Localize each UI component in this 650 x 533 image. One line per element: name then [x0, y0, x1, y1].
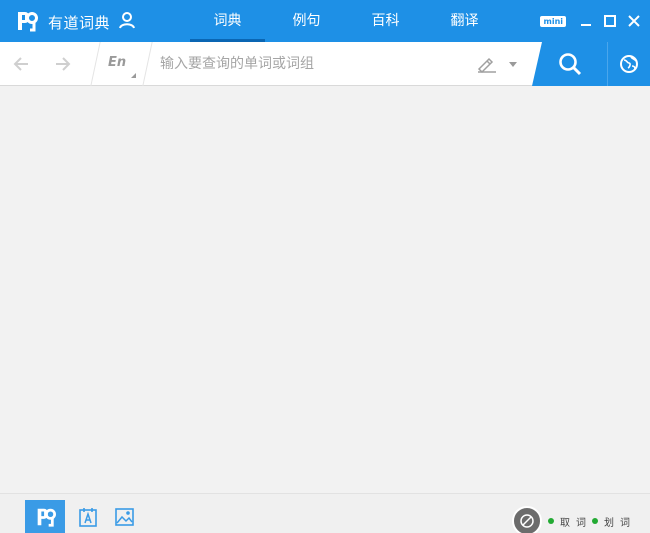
mini-mode-button[interactable]: mini [540, 15, 566, 27]
divider [142, 42, 153, 86]
search-icon [558, 53, 581, 76]
language-selector[interactable]: En [108, 55, 126, 70]
word-lookup-icon [37, 508, 56, 527]
tab-dictionary[interactable]: 词典 [188, 0, 267, 42]
divider [90, 42, 101, 86]
select-word-label[interactable]: 划 [604, 514, 614, 529]
result-area [0, 87, 650, 492]
maximize-icon[interactable] [602, 13, 618, 29]
app-title: 有道词典 [48, 14, 111, 32]
select-word-label-2: 词 [620, 517, 630, 529]
forward-arrow-icon[interactable] [52, 54, 72, 74]
language-dropdown-corner [131, 73, 136, 78]
capture-toggles: 取 词 划 词 [512, 506, 630, 533]
bottom-toolbar: 取 词 划 词 [0, 493, 650, 533]
online-translate-button[interactable] [607, 42, 650, 86]
text-ocr-icon [79, 508, 97, 527]
status-dot [592, 518, 598, 524]
capture-word-label-2: 词 [576, 517, 586, 529]
tab-translate[interactable]: 翻译 [425, 0, 504, 42]
word-lookup-button[interactable] [25, 500, 65, 533]
window-controls: mini [540, 0, 642, 42]
search-button[interactable] [532, 42, 607, 86]
tab-examples[interactable]: 例句 [267, 0, 346, 42]
image-translate-button[interactable] [105, 500, 145, 533]
main-tabs: 词典 例句 百科 翻译 [188, 0, 504, 42]
title-bar: 有道词典 词典 例句 百科 翻译 mini [0, 0, 650, 42]
capture-word-label[interactable]: 取 [560, 514, 570, 529]
globe-icon [620, 55, 638, 73]
capture-toggle-icon[interactable] [512, 506, 542, 533]
close-icon[interactable] [626, 13, 642, 29]
tab-encyclopedia[interactable]: 百科 [346, 0, 425, 42]
input-mode-dropdown[interactable] [509, 62, 517, 67]
handwriting-pen-icon[interactable] [476, 54, 498, 74]
image-translate-icon [115, 508, 134, 526]
screen-text-button[interactable] [68, 500, 108, 533]
minimize-icon[interactable] [578, 13, 594, 29]
search-input[interactable] [160, 52, 460, 76]
youdao-logo-icon [18, 12, 38, 32]
status-dot [548, 518, 554, 524]
user-icon[interactable] [118, 11, 136, 29]
back-arrow-icon[interactable] [12, 54, 32, 74]
